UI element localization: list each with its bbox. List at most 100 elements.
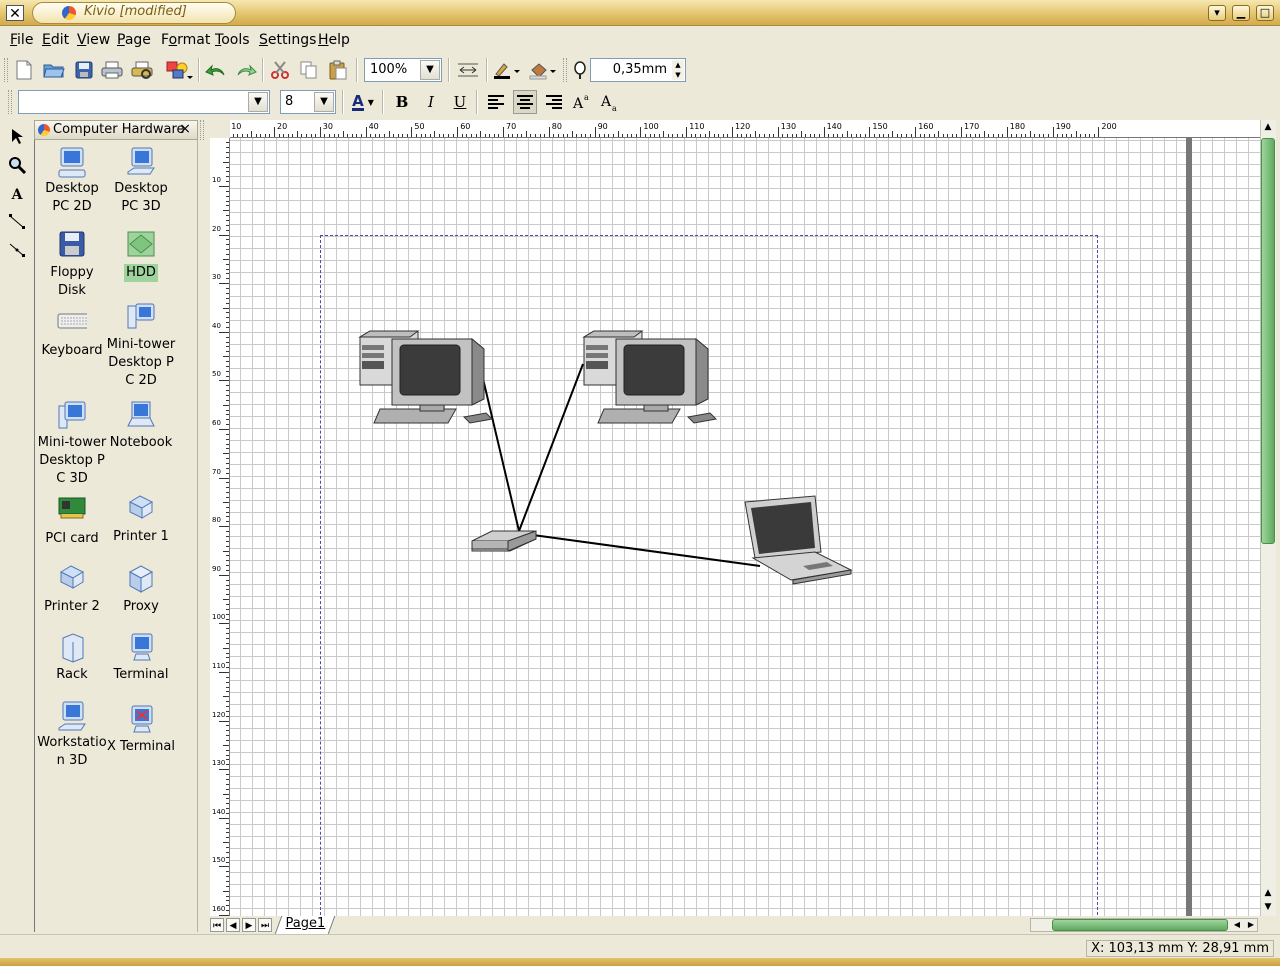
undo-icon[interactable] (204, 58, 228, 82)
print-preview-icon[interactable] (130, 58, 154, 82)
stencil-keyboard[interactable]: Keyboard (37, 308, 107, 360)
menu-format[interactable]: Format (161, 32, 210, 48)
vertical-ruler[interactable]: 10 20 30 40 50 60 70 80 90 100 110 120 130 140 150 160 (210, 138, 230, 916)
previous-page-icon[interactable]: ◀ (226, 918, 240, 932)
spin-arrows-icon[interactable]: ▲ ▼ (672, 60, 684, 80)
ruler-tick (226, 764, 229, 766)
horizontal-scroll-thumb[interactable] (1052, 919, 1228, 931)
stencil-mini-tower-3d[interactable]: Mini-tower Desktop PC 3D (37, 400, 107, 488)
window-close-x-icon[interactable]: ✕ (6, 5, 24, 22)
toolbar-handle[interactable] (8, 90, 12, 114)
hub-shape[interactable] (471, 530, 537, 552)
menu-page[interactable]: Page (117, 32, 151, 48)
text-color-button[interactable]: A ▼ (348, 90, 378, 114)
ruler-tick (278, 134, 280, 137)
open-icon[interactable] (42, 58, 66, 82)
text-tool-icon[interactable]: A (6, 184, 28, 206)
copy-icon[interactable] (297, 58, 321, 82)
stencil-printer-2[interactable]: Printer 2 (37, 564, 107, 616)
ruler-tick (226, 759, 229, 761)
ruler-tick (553, 134, 555, 137)
ruler-tick (223, 842, 229, 844)
panel-splitter-handle[interactable] (200, 120, 204, 140)
select-tool-icon[interactable] (6, 128, 28, 150)
menu-settings[interactable]: Settings (259, 32, 316, 48)
stencil-x-terminal[interactable]: X Terminal (106, 704, 176, 756)
last-page-icon[interactable]: ⏭ (258, 918, 272, 932)
line-width-spinbox[interactable]: 0,35mm ▲ ▼ (590, 58, 686, 82)
network-connector[interactable] (518, 363, 584, 532)
polyline-connector-tool-icon[interactable] (6, 240, 28, 262)
line-color-icon[interactable] (492, 58, 522, 82)
stencil-hdd[interactable]: HDD (106, 230, 176, 282)
font-family-combo[interactable]: ▼ (18, 90, 270, 114)
underline-button[interactable]: U (448, 90, 472, 114)
desktop-pc-shape[interactable] (358, 330, 494, 424)
next-page-icon[interactable]: ▶ (242, 918, 256, 932)
zoom-dropdown-arrow-icon[interactable]: ▼ (420, 60, 440, 80)
desktop-pc-shape[interactable] (582, 330, 718, 424)
font-family-dropdown-arrow-icon[interactable]: ▼ (248, 92, 268, 112)
superscript-icon[interactable]: Aa (570, 90, 594, 114)
vertical-scroll-thumb[interactable] (1261, 138, 1275, 544)
scroll-left-icon[interactable]: ◀ (1231, 919, 1243, 931)
scroll-right-icon[interactable]: ▶ (1245, 919, 1257, 931)
first-page-icon[interactable]: ⏮ (210, 918, 224, 932)
stencil-desktop-pc-2d[interactable]: Desktop PC 2D (37, 146, 107, 216)
redo-icon[interactable] (234, 58, 258, 82)
horizontal-ruler[interactable]: 10 20 30 40 50 60 70 80 90 100 110 120 130 140 150 160 1… (230, 120, 1260, 138)
minimize-button[interactable]: ▁ (1232, 5, 1250, 21)
align-center-icon[interactable] (513, 90, 537, 114)
page-tab[interactable]: Page1 (274, 916, 336, 934)
straight-connector-tool-icon[interactable] (6, 212, 28, 234)
stencil-floppy-disk[interactable]: Floppy Disk (37, 230, 107, 300)
network-connector[interactable] (479, 365, 520, 532)
maximize-button[interactable]: □ (1256, 5, 1274, 21)
menu-file[interactable]: File (10, 32, 33, 48)
align-right-icon[interactable] (542, 90, 566, 114)
bold-button[interactable]: B (390, 90, 414, 114)
font-size-dropdown-arrow-icon[interactable]: ▼ (314, 92, 334, 112)
paste-icon[interactable] (326, 58, 350, 82)
menu-view[interactable]: View (77, 32, 110, 48)
ruler-tick (1038, 134, 1040, 137)
menu-help[interactable]: Help (318, 32, 350, 48)
status-bar: X: 103,13 mm Y: 28,91 mm (0, 934, 1280, 960)
new-icon[interactable] (12, 58, 36, 82)
menu-tools[interactable]: Tools (215, 32, 250, 48)
align-left-icon[interactable] (484, 90, 508, 114)
fill-color-icon[interactable] (528, 58, 558, 82)
save-icon[interactable] (72, 58, 96, 82)
scroll-up-icon[interactable]: ▲ (1261, 886, 1275, 900)
stencil-notebook[interactable]: Notebook (106, 400, 176, 452)
notebook-shape[interactable] (744, 495, 853, 585)
network-connector[interactable] (532, 534, 761, 567)
ruler-tick (226, 365, 229, 367)
ruler-tick (226, 895, 229, 897)
stencil-pci-card[interactable]: PCI card (37, 496, 107, 548)
scroll-up-icon[interactable]: ▲ (1261, 120, 1275, 134)
cut-icon[interactable] (268, 58, 292, 82)
menu-edit[interactable]: Edit (42, 32, 69, 48)
stencil-panel-header[interactable]: Computer Hardware × (34, 120, 198, 140)
stencil-panel-close-icon[interactable]: × (179, 121, 191, 137)
italic-button[interactable]: I (419, 90, 443, 114)
print-icon[interactable] (100, 58, 124, 82)
zoom-combo[interactable]: 100% ▼ (364, 58, 442, 82)
stencil-workstation-3d[interactable]: Workstation 3D (37, 700, 107, 770)
scroll-down-icon[interactable]: ▼ (1261, 900, 1275, 914)
stencil-mini-tower-2d[interactable]: Mini-tower Desktop PC 2D (106, 302, 176, 390)
fit-page-width-icon[interactable] (456, 58, 480, 82)
stencil-printer-1[interactable]: Printer 1 (106, 494, 176, 546)
font-size-combo[interactable]: 8 ▼ (280, 90, 336, 114)
stencil-terminal[interactable]: Terminal (106, 632, 176, 684)
subscript-icon[interactable]: Aa (598, 90, 622, 114)
toolbar-handle[interactable] (563, 58, 567, 82)
toolbar-handle[interactable] (4, 58, 8, 82)
stencil-desktop-pc-3d[interactable]: Desktop PC 3D (106, 146, 176, 216)
zoom-tool-icon[interactable] (6, 156, 28, 178)
stencil-rack[interactable]: Rack (37, 632, 107, 684)
stencil-set-icon[interactable] (164, 58, 194, 82)
stencil-proxy[interactable]: Proxy (106, 564, 176, 616)
window-menu-button[interactable]: ▾ (1208, 5, 1226, 21)
